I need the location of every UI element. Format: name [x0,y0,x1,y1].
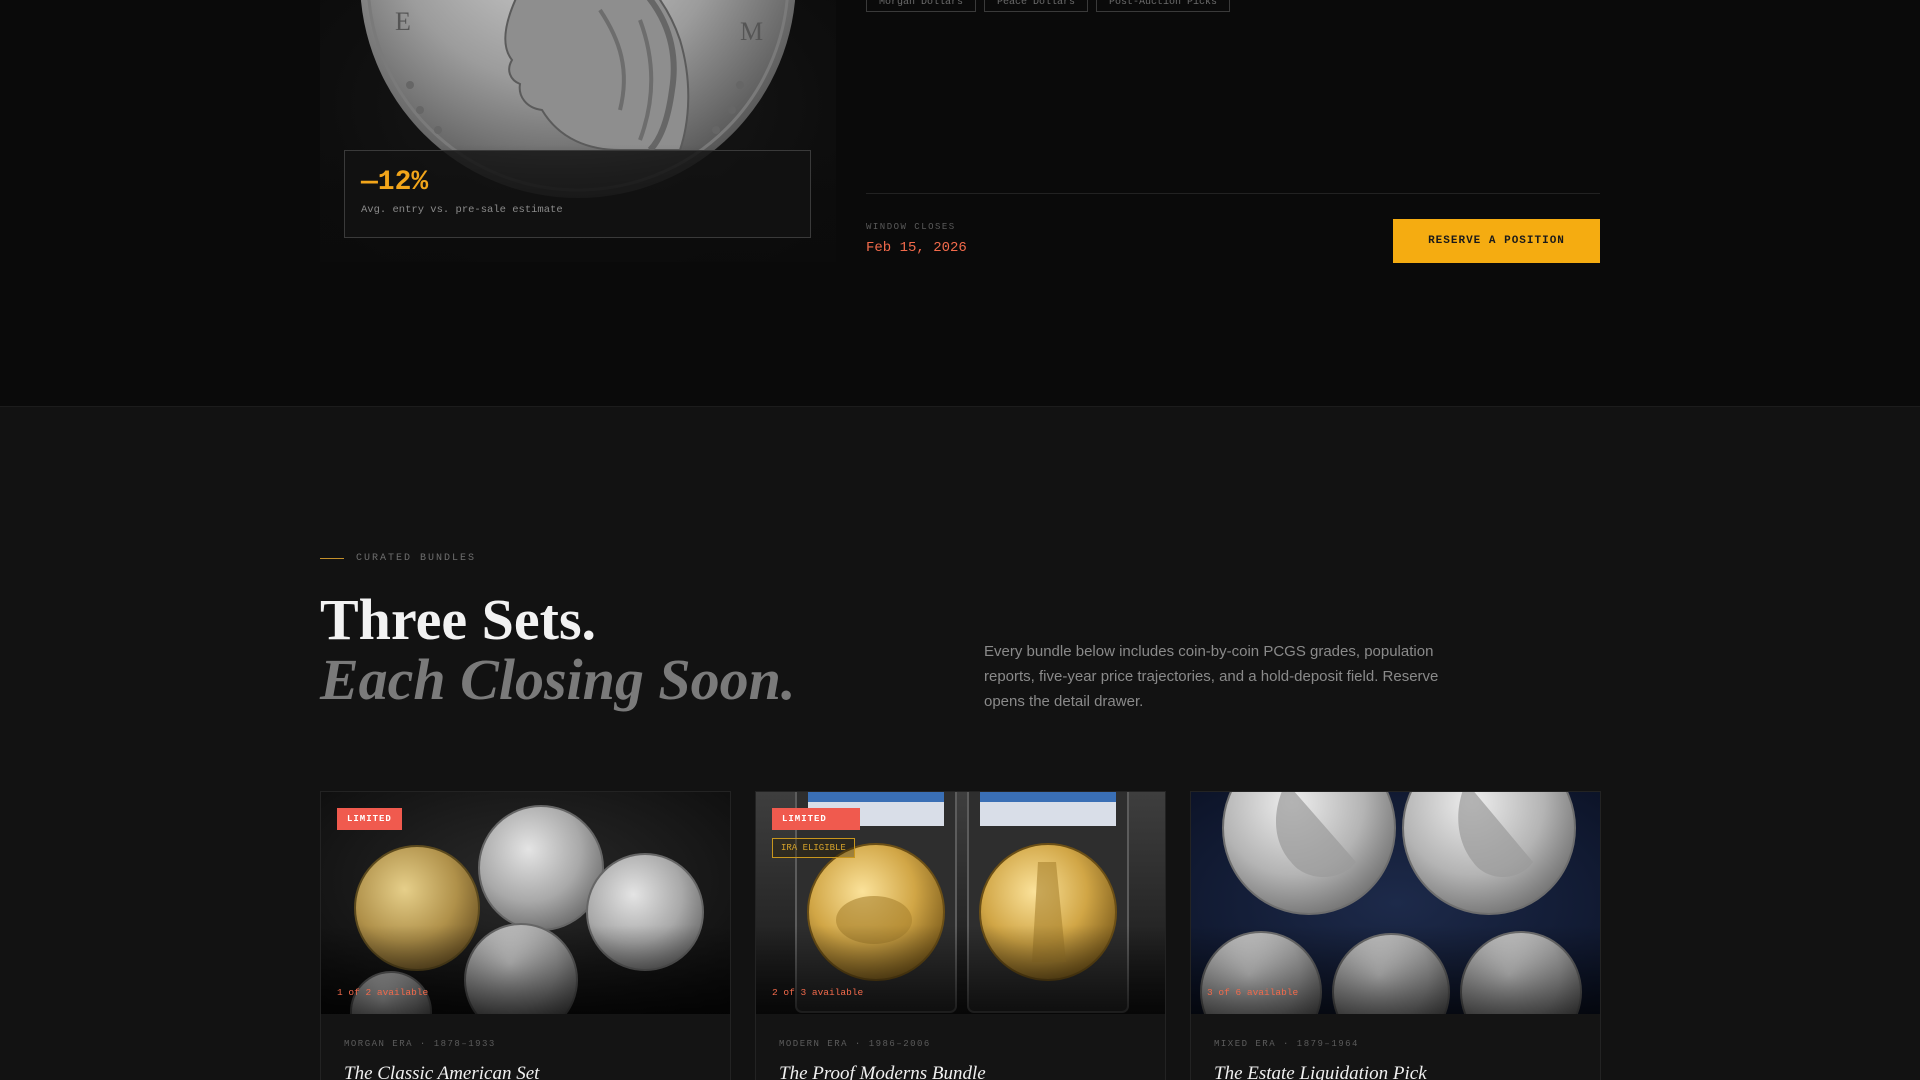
featured-bundle-section: E M —12% Avg. entry vs. pre-sale estimat… [0,0,1920,406]
featured-tags: Morgan Dollars Peace Dollars Post-Auctio… [866,0,1231,12]
tag-peace-dollars[interactable]: Peace Dollars [984,0,1089,12]
limited-badge: LIMITED [772,808,860,830]
bundle-card-image: 3 of 6 available [1191,792,1600,1014]
curated-bundles-section: CURATED BUNDLES Three Sets. Each Closing… [0,406,1920,1080]
featured-coin-image: E M —12% Avg. entry vs. pre-sale estimat… [320,0,836,262]
bundle-card[interactable]: 3 of 6 available MIXED ERA · 1879–1964 T… [1190,791,1601,1080]
window-closes-date: Feb 15, 2026 [866,240,967,256]
bundle-card-list: LIMITED 1 of 2 available MORGAN ERA · 18… [320,791,1601,1080]
bundle-title[interactable]: The Proof Moderns Bundle [779,1063,986,1080]
availability-count: 1 of 2 available [337,987,429,998]
divider [866,193,1600,194]
ira-eligible-badge: IRA ELIGIBLE [772,838,855,858]
section-eyebrow: CURATED BUNDLES [320,553,476,564]
bundle-era: MIXED ERA · 1879–1964 [1214,1039,1359,1049]
availability-count: 3 of 6 available [1207,987,1299,998]
bundle-card[interactable]: LIMITED 1 of 2 available MORGAN ERA · 18… [320,791,731,1080]
silver-dollar-illustration [1191,792,1600,1014]
bundle-card[interactable]: LIMITED IRA ELIGIBLE 2 of 3 available MO… [755,791,1166,1080]
eyebrow-rule [320,558,344,559]
section-subheadline: Each Closing Soon. [320,647,796,712]
window-closes-label: WINDOW CLOSES [866,222,956,232]
eyebrow-label: CURATED BUNDLES [356,553,477,564]
tag-post-auction-picks[interactable]: Post-Auction Picks [1096,0,1231,12]
stat-value: —12% [361,167,429,198]
bundle-title[interactable]: The Classic American Set [344,1063,539,1080]
stat-caption: Avg. entry vs. pre-sale estimate [361,204,563,216]
bundle-era: MORGAN ERA · 1878–1933 [344,1039,496,1049]
limited-badge: LIMITED [337,808,402,830]
availability-count: 2 of 3 available [772,987,864,998]
stat-card: —12% Avg. entry vs. pre-sale estimate [344,150,811,238]
section-headline: Three Sets. [320,587,597,652]
section-intro: Every bundle below includes coin-by-coin… [984,643,1439,710]
reserve-position-button[interactable]: RESERVE A POSITION [1393,219,1600,263]
tag-morgan-dollars[interactable]: Morgan Dollars [866,0,977,12]
bundle-title[interactable]: The Estate Liquidation Pick [1214,1063,1427,1080]
bundle-era: MODERN ERA · 1986–2006 [779,1039,931,1049]
bundle-card-image: LIMITED IRA ELIGIBLE 2 of 3 available [756,792,1165,1014]
bundle-card-image: LIMITED 1 of 2 available [321,792,730,1014]
